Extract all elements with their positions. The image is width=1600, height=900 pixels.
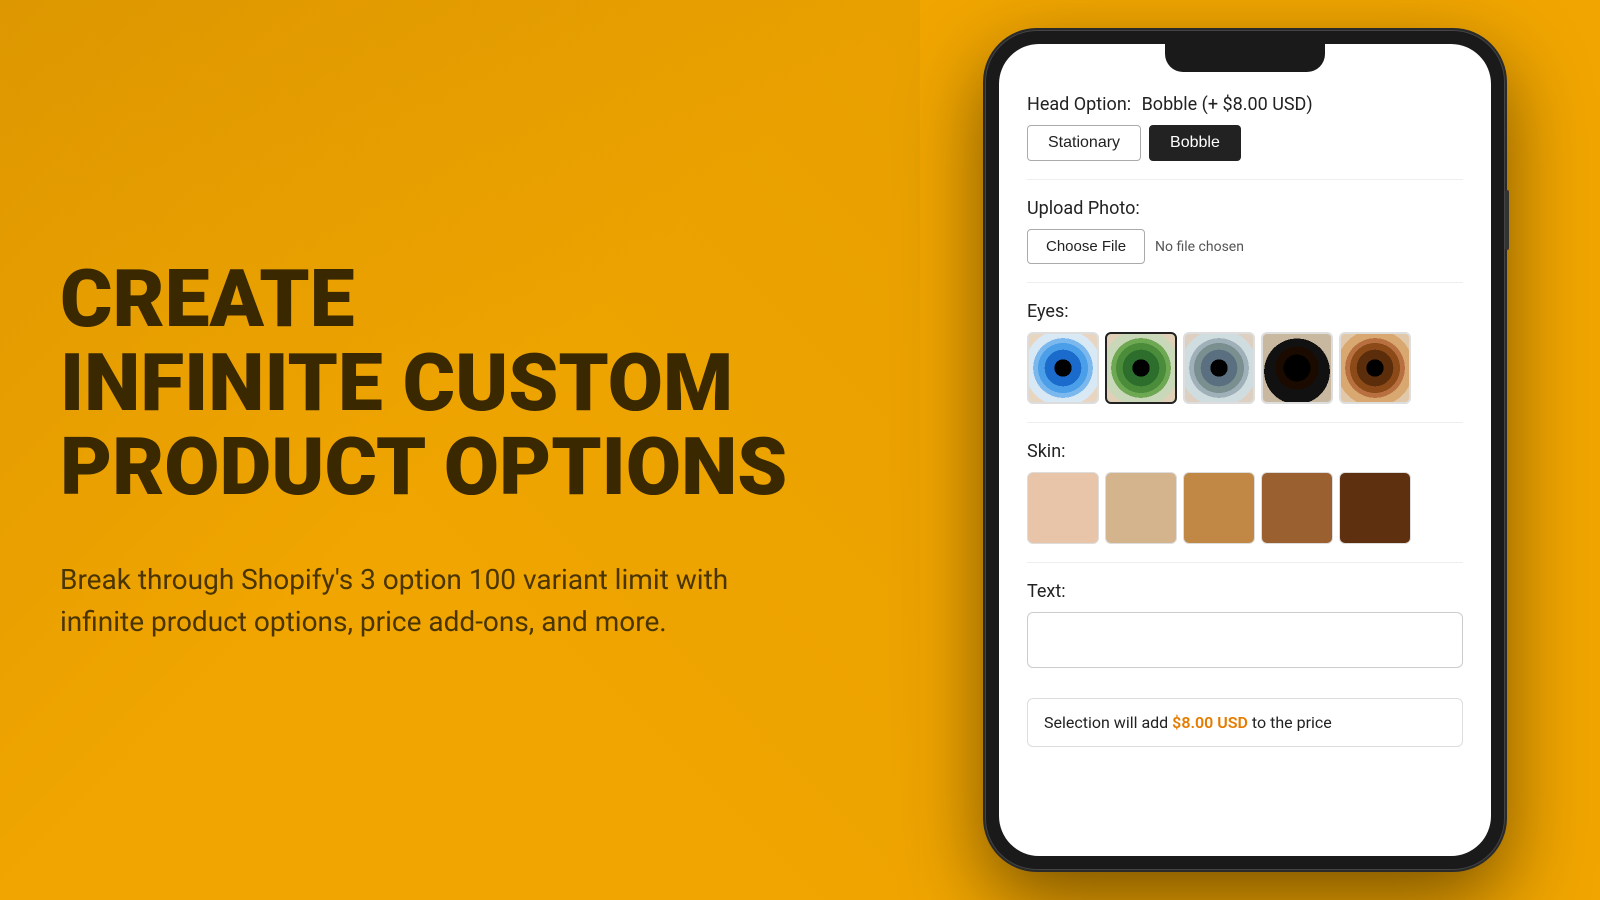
price-notice-prefix: Selection will add <box>1044 713 1172 732</box>
title-line1: CREATE <box>60 252 355 346</box>
file-upload-row: Choose File No file chosen <box>1027 229 1463 264</box>
price-notice: Selection will add $8.00 USD to the pric… <box>1027 698 1463 747</box>
phone-screen: Head Option: Bobble (+ $8.00 USD) Statio… <box>999 44 1491 856</box>
head-option-label: Head Option: Bobble (+ $8.00 USD) <box>1027 94 1463 115</box>
divider-2 <box>1027 282 1463 283</box>
skin-swatch-3[interactable] <box>1183 472 1255 544</box>
eyes-label: Eyes: <box>1027 301 1463 322</box>
eyes-swatch-row <box>1027 332 1463 404</box>
bobble-button[interactable]: Bobble <box>1149 125 1241 161</box>
divider-1 <box>1027 179 1463 180</box>
stationary-button[interactable]: Stationary <box>1027 125 1141 161</box>
skin-swatch-2[interactable] <box>1105 472 1177 544</box>
phone-mockup: Head Option: Bobble (+ $8.00 USD) Statio… <box>985 30 1505 870</box>
upload-photo-label: Upload Photo: <box>1027 198 1463 219</box>
eye-swatch-blue[interactable] <box>1027 332 1099 404</box>
phone-notch <box>1165 44 1325 72</box>
choose-file-button[interactable]: Choose File <box>1027 229 1145 264</box>
text-option-group: Text: <box>1027 581 1463 668</box>
file-name-label: No file chosen <box>1155 239 1244 255</box>
divider-3 <box>1027 422 1463 423</box>
eye-swatch-dark[interactable] <box>1261 332 1333 404</box>
head-option-group: Head Option: Bobble (+ $8.00 USD) Statio… <box>1027 94 1463 161</box>
hero-title: CREATE INFINITE CUSTOM PRODUCT OPTIONS <box>60 257 860 509</box>
skin-option-group: Skin: <box>1027 441 1463 544</box>
eyes-option-group: Eyes: <box>1027 301 1463 404</box>
skin-swatch-row <box>1027 472 1463 544</box>
title-line3: PRODUCT OPTIONS <box>60 420 787 514</box>
skin-label: Skin: <box>1027 441 1463 462</box>
title-line2: INFINITE CUSTOM <box>60 336 733 430</box>
right-panel: Head Option: Bobble (+ $8.00 USD) Statio… <box>920 0 1600 900</box>
left-panel: CREATE INFINITE CUSTOM PRODUCT OPTIONS B… <box>0 0 920 900</box>
price-notice-suffix: to the price <box>1248 713 1332 732</box>
skin-swatch-5[interactable] <box>1339 472 1411 544</box>
head-option-label-text: Head Option: <box>1027 94 1131 115</box>
skin-swatch-1[interactable] <box>1027 472 1099 544</box>
skin-swatch-4[interactable] <box>1261 472 1333 544</box>
hero-subtitle: Break through Shopify's 3 option 100 var… <box>60 559 740 643</box>
price-value: $8.00 USD <box>1172 713 1248 732</box>
eye-swatch-brown[interactable] <box>1339 332 1411 404</box>
text-input[interactable] <box>1027 612 1463 668</box>
text-label: Text: <box>1027 581 1463 602</box>
phone-side-button <box>1505 190 1509 250</box>
eye-swatch-grey[interactable] <box>1183 332 1255 404</box>
upload-photo-group: Upload Photo: Choose File No file chosen <box>1027 198 1463 264</box>
divider-4 <box>1027 562 1463 563</box>
head-option-buttons: Stationary Bobble <box>1027 125 1463 161</box>
head-option-value-text: Bobble (+ $8.00 USD) <box>1142 94 1313 115</box>
eye-swatch-green[interactable] <box>1105 332 1177 404</box>
